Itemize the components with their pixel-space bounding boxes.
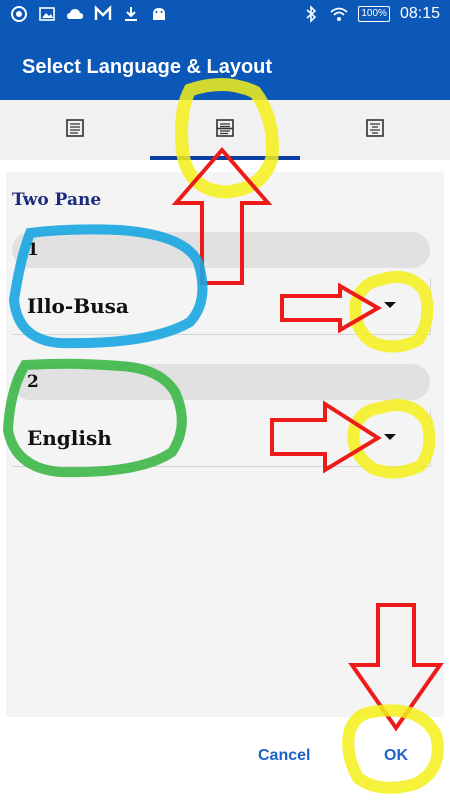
download-icon xyxy=(122,5,140,23)
tab-two-pane[interactable] xyxy=(150,100,300,160)
dropdown-arrow-icon[interactable] xyxy=(384,302,396,308)
selected-language: English xyxy=(27,426,112,450)
cloud-icon xyxy=(66,5,84,23)
tab-interlinear[interactable] xyxy=(300,100,450,160)
language-select-1[interactable]: Illo-Busa xyxy=(12,278,431,335)
layout-tabs xyxy=(0,100,450,160)
dropdown-arrow-icon[interactable] xyxy=(384,434,396,440)
status-bar-left xyxy=(10,5,168,23)
layout-content: Two Pane 1 Illo-Busa 2 English xyxy=(6,172,444,717)
image-icon xyxy=(38,5,56,23)
pane-number: 1 xyxy=(27,240,39,260)
two-pane-layout-icon xyxy=(214,117,236,144)
dialog-actions: Cancel OK xyxy=(0,717,450,800)
selected-language: Illo-Busa xyxy=(27,294,129,318)
page-title: Select Language & Layout xyxy=(22,56,273,78)
bluetooth-icon xyxy=(302,5,320,23)
ok-button[interactable]: OK xyxy=(384,747,408,765)
app-icon xyxy=(10,5,28,23)
clock: 08:15 xyxy=(399,5,440,22)
android-icon xyxy=(150,5,168,23)
pane-number-header: 2 xyxy=(12,364,430,400)
tab-single-pane[interactable] xyxy=(0,100,150,160)
interlinear-layout-icon xyxy=(364,117,386,144)
status-bar-right: 100% 08:15 xyxy=(302,5,440,23)
cancel-button[interactable]: Cancel xyxy=(258,747,310,765)
selected-tab-indicator xyxy=(150,156,300,160)
status-bar: 100% 08:15 xyxy=(0,0,450,32)
battery-indicator: 100% xyxy=(358,6,390,22)
section-title: Two Pane xyxy=(12,190,102,210)
language-select-2[interactable]: English xyxy=(12,410,431,467)
app-bar: Select Language & Layout xyxy=(0,32,450,100)
pane-number: 2 xyxy=(27,372,39,392)
single-pane-layout-icon xyxy=(64,117,86,144)
pane-number-header: 1 xyxy=(12,232,430,268)
gmail-icon xyxy=(94,5,112,23)
wifi-icon xyxy=(330,5,348,23)
